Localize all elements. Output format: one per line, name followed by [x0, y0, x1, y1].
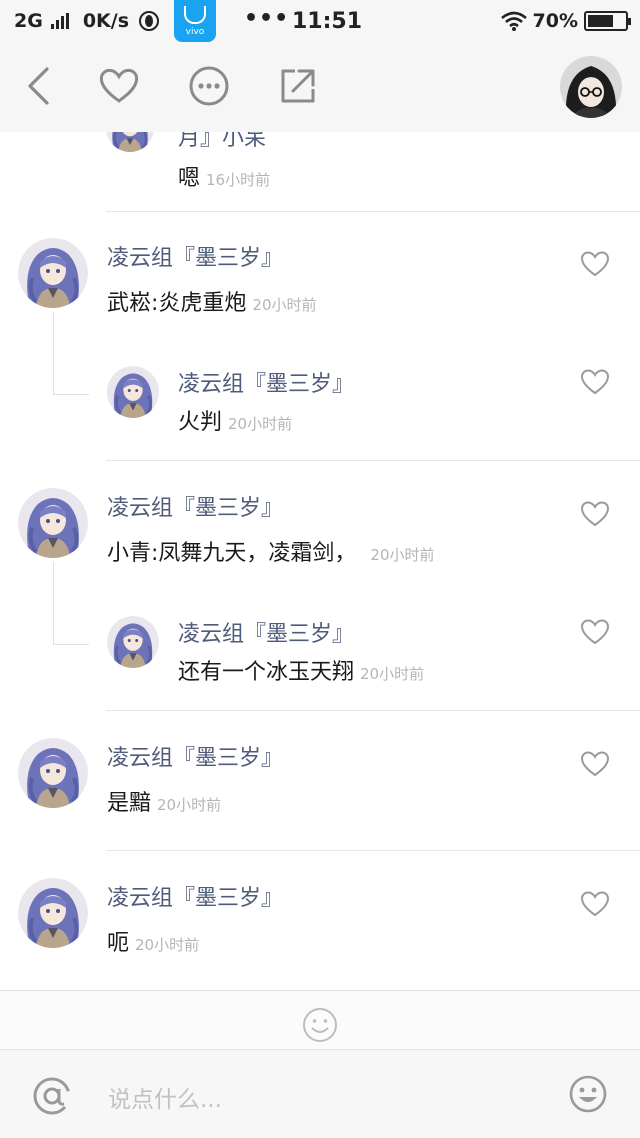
battery-icon	[584, 11, 631, 31]
comment-text: 火判 20小时前	[178, 410, 293, 435]
network-speed: 0K/s	[82, 10, 130, 32]
comment-time: 20小时前	[370, 546, 435, 564]
like-icon[interactable]	[580, 890, 610, 918]
comment-time: 20小时前	[360, 665, 425, 683]
comment-author[interactable]: 月』小呆	[178, 132, 266, 152]
share-icon	[281, 69, 315, 103]
comment-author[interactable]: 凌云组『墨三岁』	[178, 616, 354, 648]
more-notifications-icon: •••	[244, 6, 290, 31]
heart-icon	[99, 68, 139, 103]
comment-time: 16小时前	[206, 171, 271, 189]
comment-text: 是黯 20小时前	[107, 791, 222, 816]
at-icon[interactable]	[30, 1074, 74, 1118]
battery-percent: 70%	[532, 10, 578, 32]
like-icon[interactable]	[580, 368, 610, 396]
clock: 11:51	[292, 9, 363, 34]
comment-author[interactable]: 凌云组『墨三岁』	[178, 366, 354, 398]
comment-time: 20小时前	[157, 796, 222, 814]
comment-text: 武崧:炎虎重炮 20小时前	[107, 291, 317, 316]
status-bar: 2G 0K/s vivo ••• 11:51 70%	[0, 0, 640, 46]
comment-author[interactable]: 凌云组『墨三岁』	[107, 740, 283, 772]
user-avatar[interactable]	[560, 56, 622, 118]
avatar[interactable]	[18, 878, 88, 948]
avatar[interactable]	[107, 616, 159, 668]
status-right: 70%	[500, 10, 631, 32]
divider	[106, 211, 640, 212]
status-left: 2G 0K/s	[14, 10, 160, 32]
like-button[interactable]	[97, 64, 141, 108]
divider	[106, 460, 640, 461]
avatar[interactable]	[18, 488, 88, 558]
share-button[interactable]	[276, 64, 320, 108]
thread-line	[53, 562, 54, 644]
signal-icon	[50, 13, 69, 29]
emoji-row	[0, 991, 640, 1049]
comment-input-bar: 说点什么...	[0, 1049, 640, 1138]
comment-author[interactable]: 凌云组『墨三岁』	[107, 880, 283, 912]
divider	[106, 850, 640, 851]
comment-time: 20小时前	[135, 936, 200, 954]
like-icon[interactable]	[580, 750, 610, 778]
like-icon[interactable]	[580, 618, 610, 646]
comment-list: 月』小呆 嗯 16小时前 凌云组『墨三岁』 武崧:炎虎重炮 20小时前 凌云组『墨三…	[0, 132, 640, 990]
comment-time: 20小时前	[228, 415, 293, 433]
more-icon	[189, 66, 229, 106]
thread-line	[53, 644, 89, 645]
avatar[interactable]	[107, 366, 159, 418]
comment-text: 嗯 16小时前	[178, 166, 271, 191]
back-button[interactable]	[16, 64, 60, 108]
comment-text: 呃 20小时前	[107, 931, 200, 956]
comment-author[interactable]: 凌云组『墨三岁』	[107, 490, 283, 522]
thread-line	[53, 394, 89, 395]
avatar[interactable]	[18, 238, 88, 308]
thread-line	[53, 312, 54, 394]
emoji-icon[interactable]	[568, 1074, 608, 1114]
smiley-icon[interactable]	[302, 1007, 338, 1043]
comment-text: 还有一个冰玉天翔 20小时前	[178, 660, 425, 685]
comment-author[interactable]: 凌云组『墨三岁』	[107, 240, 283, 272]
avatar	[106, 132, 154, 152]
network-type: 2G	[14, 10, 43, 32]
vivo-app-icon: vivo	[174, 0, 216, 42]
divider	[106, 710, 640, 711]
comment-text: 小青:凤舞九天，凌霜剑， 20小时前	[107, 541, 435, 566]
comment-input[interactable]: 说点什么...	[108, 1080, 222, 1114]
like-icon[interactable]	[580, 250, 610, 278]
back-icon	[28, 67, 49, 105]
like-icon[interactable]	[580, 500, 610, 528]
comment-time: 20小时前	[252, 296, 317, 314]
globe-icon	[139, 11, 160, 31]
wifi-icon	[500, 11, 527, 31]
more-button[interactable]	[187, 64, 231, 108]
header-toolbar	[0, 46, 640, 132]
avatar[interactable]	[18, 738, 88, 808]
